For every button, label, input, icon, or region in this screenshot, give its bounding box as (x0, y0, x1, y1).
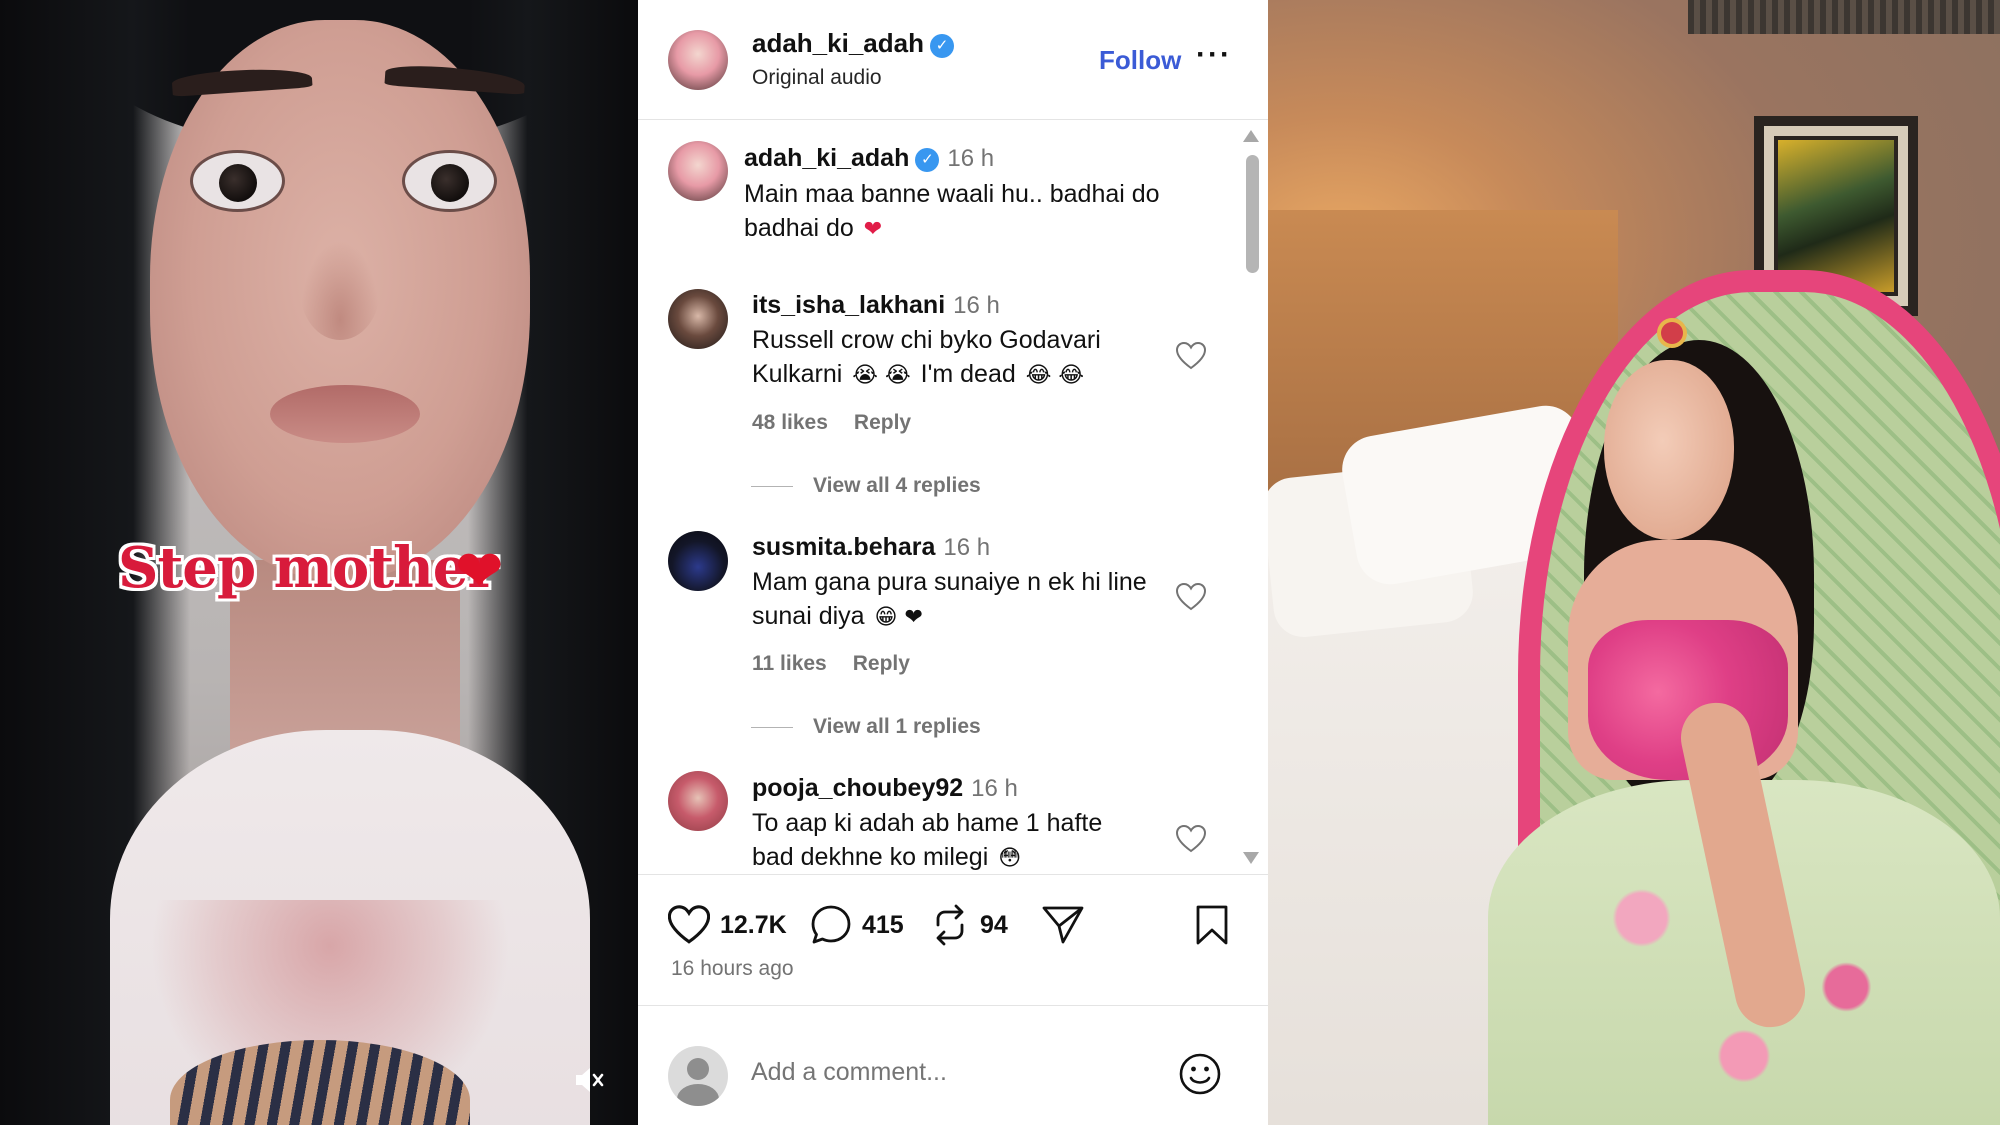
username[interactable]: adah_ki_adah (744, 144, 909, 172)
add-comment-input[interactable] (751, 1058, 1151, 1087)
likes-count[interactable]: 48 likes (752, 411, 828, 434)
nose-shape (300, 240, 380, 340)
username[interactable]: pooja_choubey92 (752, 774, 963, 802)
avatar[interactable] (668, 771, 728, 831)
username[interactable]: susmita.behara (752, 533, 935, 561)
flushed-emoji: 😳 (998, 846, 1022, 871)
heart-emoji: ❤ (863, 217, 883, 242)
verified-badge-icon: ✓ (915, 148, 940, 172)
post-panel: adah_ki_adah ✓ Original audio Follow ··· … (638, 0, 1268, 1125)
caption-username[interactable]: adah_ki_adah ✓ 16 h (744, 144, 994, 173)
lips-shape (270, 385, 420, 443)
reposts-count: 94 (980, 910, 1008, 939)
timestamp: 16 h (947, 145, 995, 172)
video-sticker-text: Step mother (118, 535, 497, 601)
scrollbar-thumb[interactable] (1246, 155, 1259, 273)
timestamp: 16 h (971, 775, 1018, 802)
left-video-frame[interactable]: Step mother ❤ (0, 0, 638, 1125)
post-time: 16 hours ago (671, 957, 794, 980)
comments-list[interactable]: adah_ki_adah ✓ 16 h Main maa banne waali h… (638, 121, 1268, 873)
likes-count: 12.7K (720, 910, 787, 939)
share-button[interactable] (1041, 903, 1085, 947)
more-options-icon[interactable]: ··· (1196, 38, 1232, 72)
reply-button[interactable]: Reply (854, 411, 911, 434)
comment-line: bad dekhne ko milegi (752, 843, 989, 871)
timestamp: 16 h (943, 534, 991, 561)
repost-button[interactable]: 94 (930, 903, 1008, 947)
comment-text: Russell crow chi byko Godavari Kulkarni … (752, 323, 1101, 393)
comment-line: To aap ki adah ab hame 1 hafte (752, 809, 1103, 837)
username[interactable]: adah_ki_adah (752, 28, 924, 58)
comment-line: Russell crow chi byko Godavari (752, 326, 1101, 354)
grin-heart-emoji: 😁 ❤ (874, 605, 923, 630)
heart-icon (668, 905, 710, 944)
laughing-emoji: 😂 😂 (1025, 363, 1085, 388)
avatar[interactable] (668, 531, 728, 591)
comment-text: Mam gana pura sunaiye n ek hi line sunai… (752, 565, 1147, 635)
post-actions: 12.7K 415 94 16 hours ago (638, 874, 1268, 1004)
comment-username[interactable]: its_isha_lakhani 16 h (752, 291, 1000, 320)
comment-line: sunai diya (752, 602, 865, 630)
avatar[interactable] (668, 30, 728, 90)
maang-tikka-shape (1661, 322, 1683, 344)
caption-line: Main maa banne waali hu.. badhai do (744, 180, 1160, 208)
comment-username[interactable]: susmita.behara 16 h (752, 533, 990, 562)
post-author[interactable]: adah_ki_adah ✓ (752, 28, 954, 59)
audio-label[interactable]: Original audio (752, 66, 882, 90)
eye-left (190, 150, 285, 212)
reply-button[interactable]: Reply (853, 652, 910, 675)
comment-line: Kulkarni (752, 360, 843, 388)
comment-text: To aap ki adah ab hame 1 hafte bad dekhn… (752, 806, 1102, 873)
view-replies-button[interactable]: View all 4 replies (813, 474, 981, 498)
avatar (668, 1046, 728, 1106)
add-comment-bar (638, 1005, 1268, 1125)
save-button[interactable] (1194, 903, 1230, 947)
username[interactable]: its_isha_lakhani (752, 291, 945, 319)
face-shape (1604, 360, 1734, 540)
ac-vent-shape (1688, 0, 2000, 34)
video-sticker-heart-icon: ❤ (455, 539, 504, 604)
speaker-muted-icon[interactable] (572, 1063, 606, 1097)
like-comment-heart-icon[interactable] (1176, 583, 1206, 611)
comment-meta: 48 likes Reply (752, 411, 937, 435)
send-paper-plane-icon (1042, 906, 1084, 944)
comment-meta: 11 likes Reply (752, 652, 936, 676)
eye-right (402, 150, 497, 212)
repost-icon (936, 904, 964, 946)
like-comment-heart-icon[interactable] (1176, 342, 1206, 370)
comment-line: I'm dead (920, 360, 1016, 388)
timestamp: 16 h (953, 292, 1000, 319)
post-header: adah_ki_adah ✓ Original audio Follow ··· (638, 0, 1268, 120)
comment-username[interactable]: pooja_choubey92 16 h (752, 774, 1018, 803)
avatar[interactable] (668, 141, 728, 201)
comment-bubble-icon (811, 905, 851, 944)
bookmark-icon (1196, 905, 1228, 945)
comments-count: 415 (862, 910, 904, 939)
verified-badge-icon: ✓ (929, 34, 954, 58)
scroll-down-arrow-icon[interactable] (1243, 852, 1259, 864)
caption-text: Main maa banne waali hu.. badhai do badh… (744, 177, 1160, 247)
comment-line: Mam gana pura sunaiye n ek hi line (752, 568, 1147, 596)
follow-button[interactable]: Follow (1099, 45, 1181, 76)
like-button[interactable]: 12.7K (668, 903, 787, 947)
right-photo (1268, 0, 2000, 1125)
crying-emoji: 😭 😭 (852, 363, 911, 388)
caption-line: badhai do (744, 214, 854, 242)
avatar[interactable] (668, 289, 728, 349)
like-comment-heart-icon[interactable] (1176, 825, 1206, 853)
scroll-up-arrow-icon[interactable] (1243, 130, 1259, 142)
emoji-picker-icon[interactable] (1178, 1052, 1222, 1096)
comment-button[interactable]: 415 (810, 903, 904, 947)
likes-count[interactable]: 11 likes (752, 652, 827, 675)
view-replies-button[interactable]: View all 1 replies (813, 715, 981, 739)
